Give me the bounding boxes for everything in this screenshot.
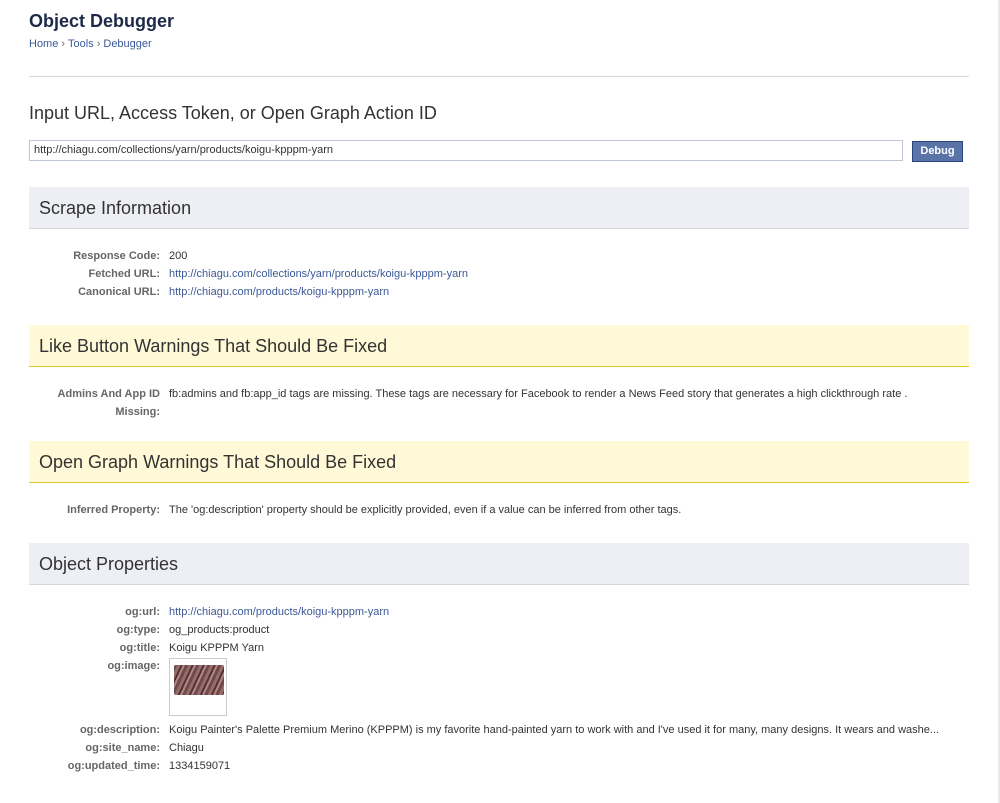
breadcrumb-tools[interactable]: Tools (68, 38, 94, 50)
table-row: og:title: Koigu KPPPM Yarn (29, 639, 969, 657)
og-image-cell (169, 657, 969, 721)
object-properties-section-title: Object Properties (39, 554, 179, 574)
og-warnings-table: Inferred Property: The 'og:description' … (29, 501, 969, 519)
table-row: og:url: http://chiagu.com/products/koigu… (29, 603, 969, 621)
og-warnings-section-title: Open Graph Warnings That Should Be Fixed (39, 452, 397, 472)
table-row: Response Code: 200 (29, 247, 969, 265)
table-row: Inferred Property: The 'og:description' … (29, 501, 969, 519)
scrape-table: Response Code: 200 Fetched URL: http://c… (29, 247, 969, 301)
scrape-section-title: Scrape Information (39, 198, 192, 218)
og-type-value: og_products:product (169, 624, 270, 636)
og-url-link[interactable]: http://chiagu.com/products/koigu-kpppm-y… (169, 603, 969, 621)
table-row: Canonical URL: http://chiagu.com/product… (29, 283, 969, 301)
breadcrumb-home[interactable]: Home (29, 38, 58, 50)
og-description-value: Koigu Painter's Palette Premium Merino (… (169, 724, 940, 736)
og-image-thumbnail[interactable] (169, 658, 227, 716)
og-warnings-section-header: Open Graph Warnings That Should Be Fixed (29, 441, 969, 483)
header-divider (29, 76, 969, 77)
fetched-url-link[interactable]: http://chiagu.com/collections/yarn/produ… (169, 265, 969, 283)
table-row: Fetched URL: http://chiagu.com/collectio… (29, 265, 969, 283)
row-key: og:url: (125, 606, 160, 618)
table-row: og:site_name: Chiagu (29, 739, 969, 757)
like-warnings-section-header: Like Button Warnings That Should Be Fixe… (29, 325, 969, 367)
canonical-url-link[interactable]: http://chiagu.com/products/koigu-kpppm-y… (169, 283, 969, 301)
row-key: og:image: (107, 660, 160, 672)
row-key: og:type: (116, 624, 160, 636)
row-key: Inferred Property: (67, 504, 160, 516)
scrape-section-header: Scrape Information (29, 187, 969, 229)
row-key: og:site_name: (85, 742, 160, 754)
response-code-value: 200 (169, 250, 188, 262)
table-row: og:type: og_products:product (29, 621, 969, 639)
page-title: Object Debugger (29, 11, 175, 31)
row-key: Admins And App ID Missing: (57, 388, 160, 418)
breadcrumb-separator: › (61, 38, 66, 50)
row-key: Fetched URL: (88, 268, 161, 280)
table-row: og:image: (29, 657, 969, 721)
og-title-value: Koigu KPPPM Yarn (169, 642, 264, 654)
breadcrumb-debugger[interactable]: Debugger (103, 38, 151, 50)
row-key: Response Code: (73, 250, 160, 262)
row-key: og:description: (79, 724, 160, 736)
table-row: Admins And App ID Missing: fb:admins and… (29, 385, 969, 421)
like-warnings-table: Admins And App ID Missing: fb:admins and… (29, 385, 969, 421)
breadcrumb-separator: › (96, 38, 101, 50)
url-input[interactable] (29, 140, 903, 161)
like-warnings-section-title: Like Button Warnings That Should Be Fixe… (39, 336, 388, 356)
table-row: og:updated_time: 1334159071 (29, 757, 969, 775)
debug-button[interactable]: Debug (912, 141, 963, 162)
breadcrumb: Home › Tools › Debugger (29, 38, 152, 50)
object-properties-table: og:url: http://chiagu.com/products/koigu… (29, 603, 969, 775)
input-label: Input URL, Access Token, or Open Graph A… (29, 103, 437, 123)
og-updated-time-value: 1334159071 (169, 760, 231, 772)
og-site-name-value: Chiagu (169, 742, 204, 754)
table-row: og:description: Koigu Painter's Palette … (29, 721, 969, 739)
warning-text: fb:admins and fb:app_id tags are missing… (169, 388, 908, 400)
row-key: Canonical URL: (78, 286, 160, 298)
warning-text: The 'og:description' property should be … (169, 504, 682, 516)
row-key: og:title: (119, 642, 160, 654)
yarn-image (174, 665, 224, 695)
row-key: og:updated_time: (67, 760, 160, 772)
object-properties-section-header: Object Properties (29, 543, 969, 585)
